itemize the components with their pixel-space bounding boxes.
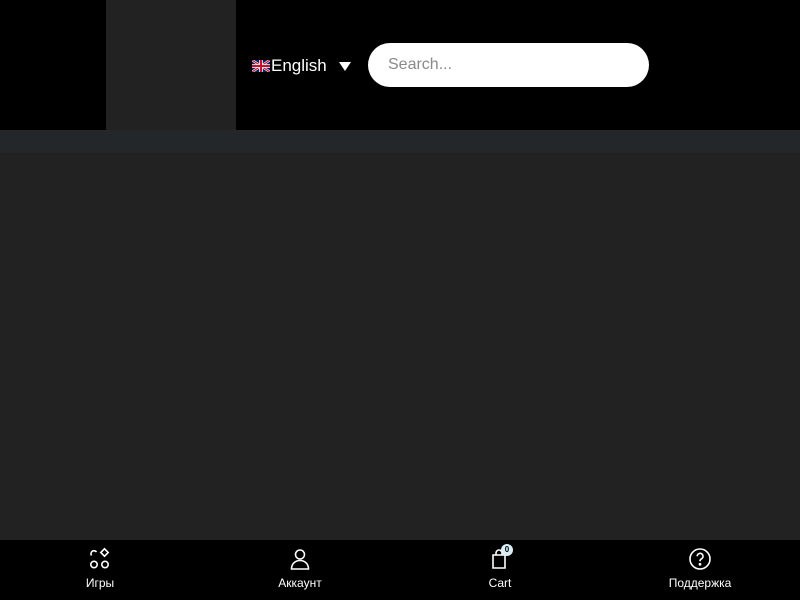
search-input[interactable] <box>368 43 649 87</box>
nav-item-account[interactable]: Аккаунт <box>200 540 400 600</box>
nav-label-support: Поддержка <box>668 576 732 590</box>
bottom-navigation: Игры Аккаунт 0 Cart Поддержка <box>0 540 800 600</box>
language-selector[interactable]: English <box>252 54 351 78</box>
cart-count-badge: 0 <box>501 544 513 556</box>
logo-placeholder[interactable] <box>106 0 236 130</box>
nav-label-account: Аккаунт <box>278 576 322 590</box>
main-content <box>0 153 800 540</box>
uk-flag-icon <box>252 60 270 72</box>
nav-item-games[interactable]: Игры <box>0 540 200 600</box>
nav-item-support[interactable]: Поддержка <box>600 540 800 600</box>
games-icon <box>88 547 112 571</box>
site-header: English <box>0 0 800 130</box>
caret-down-icon <box>338 61 351 71</box>
shopping-bag-icon: 0 <box>488 544 513 571</box>
sub-header-strip <box>0 130 800 153</box>
nav-label-games: Игры <box>85 576 115 590</box>
help-circle-icon <box>688 547 712 571</box>
user-icon <box>288 547 312 571</box>
nav-item-cart[interactable]: 0 Cart <box>400 540 600 600</box>
language-label: English <box>271 56 327 75</box>
nav-label-cart: Cart <box>488 576 512 590</box>
